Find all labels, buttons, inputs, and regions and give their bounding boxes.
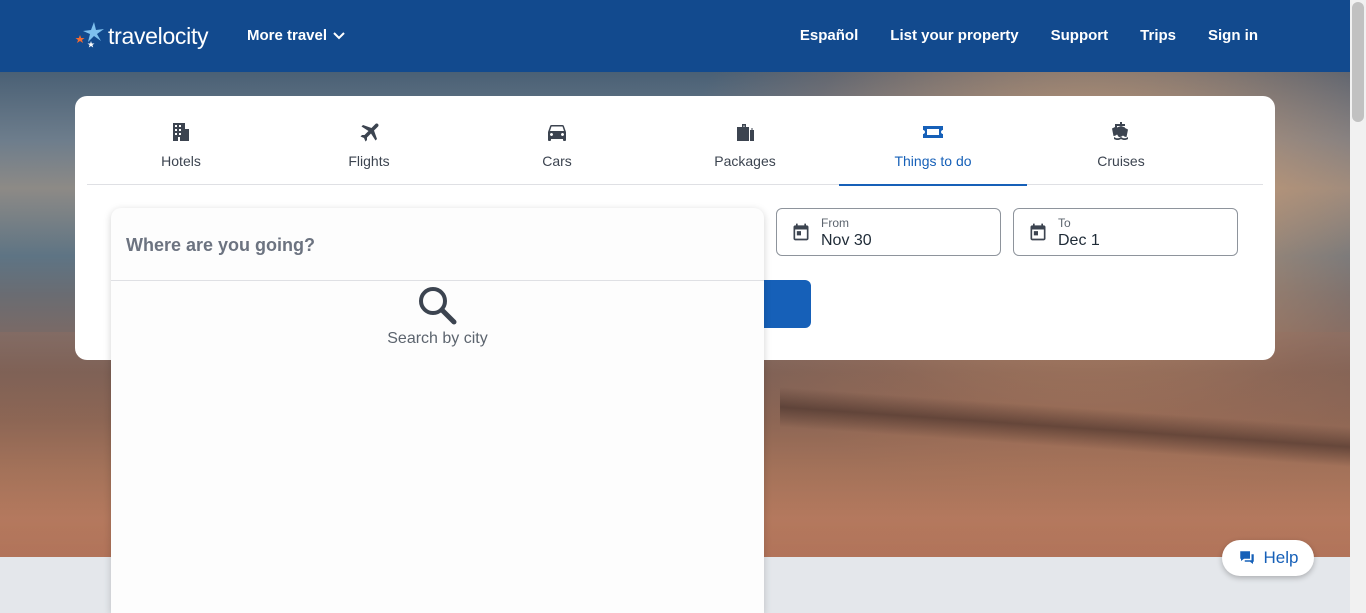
nav-list-property[interactable]: List your property: [890, 27, 1018, 44]
search-by-city-hint: Search by city: [387, 330, 488, 347]
tab-flights[interactable]: Flights: [275, 112, 463, 185]
tab-label: Cruises: [1097, 153, 1145, 169]
tab-label: Flights: [348, 153, 390, 169]
tab-label: Cars: [542, 153, 572, 169]
travelocity-logo[interactable]: travelocity: [74, 18, 209, 54]
tab-label: Packages: [714, 153, 776, 169]
page-scrollbar[interactable]: [1350, 0, 1366, 613]
plane-icon: [360, 123, 379, 142]
tab-things-to-do[interactable]: Things to do: [839, 112, 1027, 186]
calendar-icon: [1030, 223, 1046, 241]
nav-support[interactable]: Support: [1051, 27, 1109, 44]
search-icon: [419, 287, 457, 325]
tab-cars[interactable]: Cars: [463, 112, 651, 185]
to-caption: To: [1058, 216, 1071, 230]
from-caption: From: [821, 216, 849, 230]
from-value: Nov 30: [821, 232, 872, 249]
help-label: Help: [1263, 548, 1299, 567]
to-value: Dec 1: [1058, 232, 1100, 249]
ship-icon: [1112, 122, 1128, 140]
tab-hotels[interactable]: Hotels: [87, 112, 275, 185]
destination-dropdown: Where are you going? Search by city: [111, 208, 764, 613]
car-icon: [548, 125, 566, 141]
logo-text: travelocity: [108, 22, 209, 49]
more-travel-menu[interactable]: More travel: [247, 27, 345, 44]
star-logo-icon: [75, 22, 104, 48]
header-nav: Español List your property Support Trips…: [800, 27, 1258, 44]
tab-label: Things to do: [894, 153, 972, 169]
chevron-down-icon: [333, 31, 345, 39]
chat-icon: [1239, 551, 1254, 564]
destination-input[interactable]: Where are you going?: [111, 208, 764, 281]
calendar-icon: [793, 223, 809, 241]
more-travel-label: More travel: [247, 27, 328, 44]
from-date-field[interactable]: From Nov 30: [776, 208, 1001, 256]
tab-cruises[interactable]: Cruises: [1027, 112, 1215, 185]
tab-label: Hotels: [161, 153, 201, 169]
help-button[interactable]: Help: [1222, 540, 1314, 576]
to-date-field[interactable]: To Dec 1: [1013, 208, 1238, 256]
top-navigation-bar: travelocity More travel Español List you…: [0, 0, 1350, 72]
luggage-icon: [737, 124, 754, 141]
scrollbar-thumb[interactable]: [1352, 2, 1364, 122]
nav-trips[interactable]: Trips: [1140, 27, 1176, 44]
nav-espanol[interactable]: Español: [800, 27, 858, 44]
nav-sign-in[interactable]: Sign in: [1208, 27, 1258, 44]
ticket-icon: [923, 126, 943, 138]
tab-packages[interactable]: Packages: [651, 112, 839, 185]
search-tabs: Hotels Flights Cars Packages Things to d…: [87, 112, 1263, 186]
building-icon: [173, 123, 189, 141]
